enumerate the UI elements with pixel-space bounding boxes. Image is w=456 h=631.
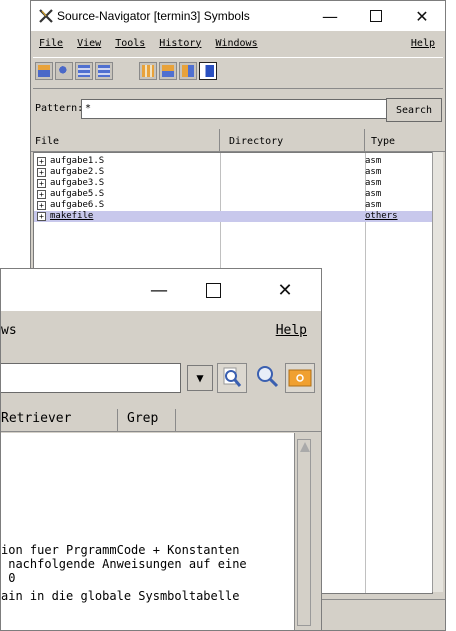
file-type: asm	[365, 178, 382, 188]
tool-button-7[interactable]	[179, 62, 197, 80]
expand-icon[interactable]: +	[37, 168, 46, 177]
table-icon	[78, 65, 90, 77]
file-type: asm	[365, 200, 382, 210]
code-line: nachfolgende Anweisungen auf eine	[1, 557, 247, 571]
menu-help[interactable]: Help	[411, 38, 435, 49]
tab-divider	[117, 409, 118, 431]
tool-button-1[interactable]	[35, 62, 53, 80]
hierarchy-icon	[162, 65, 174, 77]
file-name: aufgabe3.S	[50, 178, 105, 188]
tab-grep[interactable]: Grep	[127, 411, 158, 426]
tool-button-6[interactable]	[159, 62, 177, 80]
minimize-button[interactable]: —	[135, 269, 183, 311]
editor-window: — ✕ ws Help ▼ Retriever Grep ion fuer Pr…	[0, 268, 322, 631]
vertical-scrollbar[interactable]	[432, 152, 443, 592]
toolbar: ▼	[1, 359, 321, 399]
close-button[interactable]: ✕	[399, 1, 445, 31]
header-divider[interactable]	[364, 129, 365, 151]
split-icon	[182, 65, 194, 77]
pattern-input[interactable]: *	[81, 99, 415, 119]
list-item[interactable]: + aufgabe5.S asm	[34, 189, 432, 200]
list-item-selected[interactable]: + makefile others	[34, 211, 432, 222]
symbol-combobox[interactable]	[1, 363, 181, 393]
search-button[interactable]: Search	[386, 98, 442, 122]
code-text-area[interactable]: ion fuer PrgrammCode + Konstanten nachfo…	[1, 433, 295, 630]
pattern-row: Pattern: * Search	[31, 97, 445, 123]
magnifier-icon	[58, 65, 70, 77]
maximize-icon	[205, 282, 221, 298]
tab-retriever[interactable]: Retriever	[1, 411, 71, 426]
file-name: aufgabe6.S	[50, 200, 105, 210]
code-line: ion fuer PrgrammCode + Konstanten	[1, 543, 240, 557]
list-item[interactable]: + aufgabe6.S asm	[34, 200, 432, 211]
magnifier-icon	[257, 366, 279, 388]
symbols-icon	[202, 65, 214, 77]
maximize-button[interactable]	[189, 269, 237, 311]
minimize-button[interactable]: —	[307, 1, 353, 31]
expand-icon[interactable]: +	[37, 157, 46, 166]
combo-dropdown-button[interactable]: ▼	[187, 365, 213, 391]
file-type: asm	[365, 156, 382, 166]
file-name: aufgabe5.S	[50, 189, 105, 199]
menu-history[interactable]: History	[159, 38, 201, 49]
table-icon	[98, 65, 110, 77]
close-button[interactable]: ✕	[261, 269, 309, 311]
vertical-scrollbar[interactable]	[297, 439, 311, 626]
tool-button-4[interactable]	[95, 62, 113, 80]
grid-icon	[142, 65, 154, 77]
menu-windows[interactable]: ws	[1, 323, 17, 338]
pattern-label: Pattern:	[35, 103, 84, 114]
code-line: ain in die globale Sysmboltabelle	[1, 589, 240, 603]
title-bar[interactable]: — ✕	[1, 269, 321, 311]
title-bar[interactable]: Source-Navigator [termin3] Symbols — ✕	[31, 1, 445, 31]
maximize-icon	[370, 10, 382, 22]
list-item[interactable]: + aufgabe3.S asm	[34, 178, 432, 189]
menu-file[interactable]: File	[39, 38, 63, 49]
tool-button-5[interactable]	[139, 62, 157, 80]
window-title: Source-Navigator [termin3] Symbols	[57, 9, 250, 23]
scroll-up-icon[interactable]	[300, 442, 310, 452]
tool-button-2[interactable]	[55, 62, 73, 80]
expand-icon[interactable]: +	[37, 201, 46, 210]
magnifier-icon	[223, 367, 242, 387]
list-icon	[38, 65, 50, 77]
list-item[interactable]: + aufgabe1.S asm	[34, 156, 432, 167]
chevron-down-icon: ▼	[196, 371, 204, 385]
folder-search-button[interactable]	[285, 363, 315, 393]
menu-tools[interactable]: Tools	[115, 38, 145, 49]
tab-divider	[175, 409, 176, 431]
file-type: others	[365, 211, 398, 221]
file-type: asm	[365, 189, 382, 199]
file-name: aufgabe1.S	[50, 156, 105, 166]
tool-button-3[interactable]	[75, 62, 93, 80]
expand-icon[interactable]: +	[37, 190, 46, 199]
tool-button-8[interactable]	[199, 62, 217, 80]
folder-search-icon	[288, 369, 312, 387]
column-file[interactable]: File	[35, 136, 59, 147]
maximize-button[interactable]	[353, 1, 399, 31]
file-name: aufgabe2.S	[50, 167, 105, 177]
toolbar	[33, 57, 443, 89]
search-button[interactable]	[253, 363, 283, 393]
code-line: 0	[1, 571, 16, 585]
column-type[interactable]: Type	[371, 136, 395, 147]
menu-help[interactable]: Help	[276, 323, 307, 338]
list-item[interactable]: + aufgabe2.S asm	[34, 167, 432, 178]
file-type: asm	[365, 167, 382, 177]
source-navigator-app-icon	[39, 9, 53, 23]
column-directory[interactable]: Directory	[229, 136, 283, 147]
expand-icon[interactable]: +	[37, 179, 46, 188]
menu-view[interactable]: View	[77, 38, 101, 49]
header-divider[interactable]	[219, 129, 220, 151]
menu-bar: ws Help	[1, 317, 321, 347]
file-name: makefile	[50, 211, 94, 221]
expand-icon[interactable]: +	[37, 212, 46, 221]
find-button[interactable]	[217, 363, 247, 393]
menu-bar: File View Tools History Windows Help	[31, 31, 445, 55]
menu-windows[interactable]: Windows	[215, 38, 257, 49]
list-header: File Directory Type	[31, 133, 445, 152]
tab-bar: Retriever Grep	[1, 409, 321, 432]
